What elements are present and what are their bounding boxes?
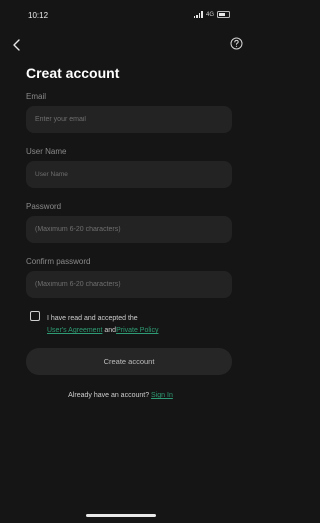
status-time: 10:12 [28,11,49,20]
email-label: Email [26,92,47,101]
agreement-prefix: I have read and accepted the [47,315,138,322]
username-label: User Name [26,147,67,156]
network-type: 4G [205,11,214,18]
username-input[interactable] [26,161,232,188]
confirm-password-input[interactable] [26,271,232,298]
signin-prompt: Already have an account? Sign In [0,392,241,399]
password-label: Password [26,202,62,211]
signal-icon [193,11,203,18]
signin-link[interactable]: Sign In [151,392,173,399]
battery-icon [217,11,230,18]
privacy-policy-link[interactable]: Private Policy [116,327,158,334]
create-account-button[interactable]: Create account [26,348,232,375]
home-indicator [86,514,156,517]
agreement-checkbox[interactable] [30,311,40,321]
password-input[interactable] [26,216,232,243]
question-circle-icon[interactable] [230,37,243,50]
chevron-left-icon[interactable] [10,38,24,52]
email-input[interactable] [26,106,232,133]
agreement-text: I have read and accepted the User's Agre… [47,313,217,337]
agreement-and: and [104,327,117,334]
signin-prompt-text: Already have an account? [68,392,150,399]
users-agreement-link[interactable]: User's Agreement [47,327,102,334]
confirm-password-label: Confirm password [26,257,91,266]
page-title: Creat account [26,65,120,81]
status-indicators: 4G [193,11,230,18]
